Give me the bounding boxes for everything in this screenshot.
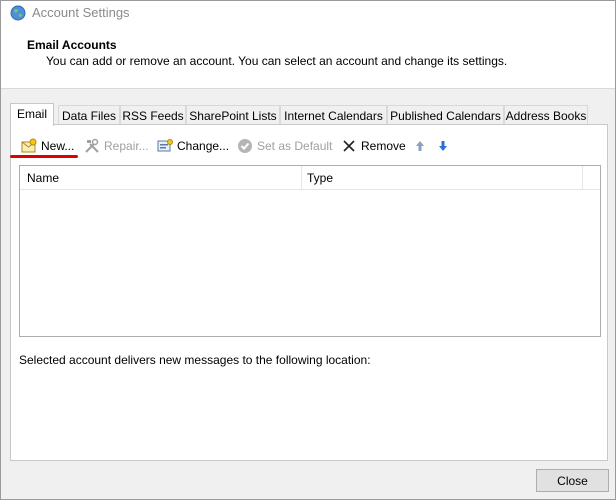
tab-internet-calendars[interactable]: Internet Calendars (280, 105, 387, 125)
remove-label: Remove (361, 139, 406, 153)
column-header-type[interactable]: Type (307, 171, 333, 185)
section-subtitle: You can add or remove an account. You ca… (46, 54, 508, 68)
change-label: Change... (177, 139, 230, 153)
tab-address-books[interactable]: Address Books (504, 105, 588, 125)
column-divider[interactable] (301, 166, 302, 190)
account-toolbar: New... Repair... Change... Set as Defaul… (11, 125, 607, 155)
move-down-button[interactable] (435, 137, 451, 155)
arrow-down-icon (435, 138, 451, 154)
tools-icon (84, 138, 100, 154)
change-button[interactable]: Change... (157, 137, 229, 155)
section-title: Email Accounts (27, 38, 117, 52)
column-header-name[interactable]: Name (27, 171, 59, 185)
tab-sharepoint-lists[interactable]: SharePoint Lists (186, 105, 280, 125)
new-account-button[interactable]: New... (21, 137, 74, 155)
arrow-up-icon (412, 138, 428, 154)
accounts-list[interactable]: Name Type (19, 165, 601, 337)
annotation-underline-new-button (10, 155, 78, 158)
close-icon (341, 138, 357, 154)
repair-label: Repair... (104, 139, 149, 153)
new-mail-icon (21, 138, 37, 154)
move-up-button[interactable] (412, 137, 428, 155)
account-settings-window: Account Settings Email Accounts You can … (0, 0, 616, 500)
globe-icon (10, 5, 26, 21)
close-button[interactable]: Close (536, 469, 609, 492)
tab-email[interactable]: Email (10, 103, 54, 126)
tab-data-files[interactable]: Data Files (58, 105, 120, 125)
set-as-default-label: Set as Default (257, 139, 333, 153)
title-bar: Account Settings (1, 1, 615, 27)
header-section: Email Accounts You can add or remove an … (1, 27, 615, 89)
new-account-label: New... (41, 139, 75, 153)
set-as-default-button[interactable]: Set as Default (237, 137, 332, 155)
change-settings-icon (157, 138, 173, 154)
remove-button[interactable]: Remove (341, 137, 406, 155)
delivery-location-label: Selected account delivers new messages t… (19, 353, 371, 367)
tab-rss-feeds[interactable]: RSS Feeds (120, 105, 186, 125)
checkmark-icon (237, 138, 253, 154)
email-tab-panel: New... Repair... Change... Set as Defaul… (10, 124, 608, 461)
column-divider[interactable] (582, 166, 583, 190)
tab-published-calendars[interactable]: Published Calendars (387, 105, 504, 125)
list-column-header: Name Type (20, 166, 600, 190)
repair-button[interactable]: Repair... (84, 137, 149, 155)
window-title: Account Settings (32, 5, 130, 20)
